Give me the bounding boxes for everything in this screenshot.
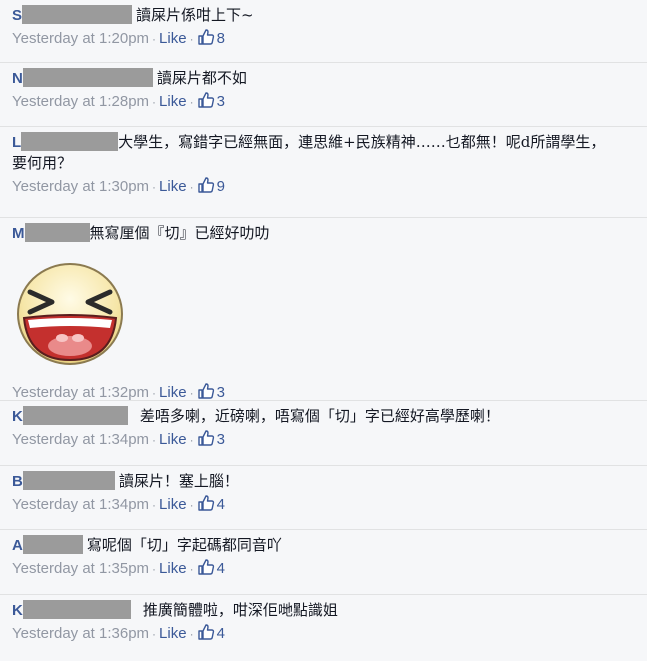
separator: · [189, 32, 194, 46]
redacted-name [22, 68, 153, 87]
thumbs-up-icon[interactable] [197, 91, 215, 109]
comment-item: N 讀屎片都不如 Yesterday at 1:28pm · Like · 3 [0, 63, 647, 127]
like-link[interactable]: Like [159, 30, 187, 47]
author-name[interactable]: B [12, 473, 23, 490]
comment-timestamp[interactable]: Yesterday at 1:34pm [12, 431, 149, 448]
like-count[interactable]: 4 [217, 625, 225, 642]
comment-timestamp[interactable]: Yesterday at 1:28pm [12, 93, 149, 110]
like-count[interactable]: 9 [217, 178, 225, 195]
like-count[interactable]: 4 [217, 560, 225, 577]
comment-meta: Yesterday at 1:34pm · Like · 3 [12, 429, 639, 450]
laughing-face-sticker[interactable] [14, 256, 126, 368]
separator: · [152, 95, 157, 109]
comment-text: 寫呢個「切」字起碼都同音吖 [86, 536, 282, 554]
like-link[interactable]: Like [159, 178, 187, 195]
separator: · [189, 498, 194, 512]
separator: · [152, 180, 157, 194]
comment-meta: Yesterday at 1:34pm · Like · 4 [12, 494, 639, 515]
comment-body: K 推廣簡體啦，咁深佢哋點識姐 [12, 600, 639, 621]
comment-text: 無寫厘個『切』已經好叻叻 [89, 224, 270, 242]
separator: · [189, 180, 194, 194]
comment-body: A 寫呢個「切」字起碼都同音吖 [12, 535, 639, 556]
separator: · [152, 562, 157, 576]
like-link[interactable]: Like [159, 625, 187, 642]
separator: · [189, 433, 194, 447]
comment-body: N 讀屎片都不如 [12, 68, 639, 89]
author-name[interactable]: S [12, 7, 22, 24]
comment-item: S 讀屎片係咁上下~ Yesterday at 1:20pm · Like · 8 [0, 0, 647, 63]
like-link[interactable]: Like [159, 496, 187, 513]
like-link[interactable]: Like [159, 93, 187, 110]
comment-item: M 無寫厘個『切』已經好叻叻 Yesterday at 1:32pm · Like · 3 [0, 218, 647, 401]
comment-item: L 大學生，寫錯字已經無面，連思維+民族精神……乜都無！呢d所謂學生，要何用？ Y… [0, 127, 647, 218]
author-name[interactable]: K [12, 408, 23, 425]
redacted-name [22, 406, 128, 425]
author-name[interactable]: K [12, 602, 23, 619]
redacted-name [22, 535, 83, 554]
separator: · [189, 386, 194, 400]
comment-body: M 無寫厘個『切』已經好叻叻 [12, 223, 639, 244]
comment-body: L 大學生，寫錯字已經無面，連思維+民族精神……乜都無！呢d所謂學生，要何用？ [12, 132, 639, 174]
thumbs-up-icon[interactable] [197, 382, 215, 400]
comment-list: S 讀屎片係咁上下~ Yesterday at 1:20pm · Like · 8 N 讀屎… [0, 0, 647, 661]
redacted-name [21, 132, 119, 151]
thumbs-up-icon[interactable] [197, 623, 215, 641]
redacted-name [24, 223, 90, 242]
like-count[interactable]: 3 [217, 431, 225, 448]
comment-timestamp[interactable]: Yesterday at 1:35pm [12, 560, 149, 577]
separator: · [152, 627, 157, 641]
separator: · [189, 562, 194, 576]
redacted-name [22, 600, 131, 619]
author-name[interactable]: M [12, 225, 25, 242]
comment-timestamp[interactable]: Yesterday at 1:20pm [12, 30, 149, 47]
thumbs-up-icon[interactable] [197, 429, 215, 447]
like-link[interactable]: Like [159, 431, 187, 448]
like-link[interactable]: Like [159, 384, 187, 401]
author-name[interactable]: A [12, 537, 23, 554]
comment-item: K 差唔多喇，近磅喇，唔寫個「切」字已經好高學歷喇！ Yesterday at 1… [0, 401, 647, 466]
thumbs-up-icon[interactable] [197, 558, 215, 576]
comment-timestamp[interactable]: Yesterday at 1:34pm [12, 496, 149, 513]
comment-timestamp[interactable]: Yesterday at 1:36pm [12, 625, 149, 642]
comment-text: 差唔多喇，近磅喇，唔寫個「切」字已經好高學歷喇！ [139, 407, 500, 425]
comment-meta: Yesterday at 1:30pm · Like · 9 [12, 176, 639, 197]
comment-meta: Yesterday at 1:28pm · Like · 3 [12, 91, 639, 112]
comment-body: K 差唔多喇，近磅喇，唔寫個「切」字已經好高學歷喇！ [12, 406, 639, 427]
comment-item: A 寫呢個「切」字起碼都同音吖 Yesterday at 1:35pm · Like ·… [0, 530, 647, 595]
separator: · [152, 32, 157, 46]
comment-item: B 讀屎片！塞上腦！ Yesterday at 1:34pm · Like · 4 [0, 466, 647, 530]
author-name[interactable]: L [12, 134, 21, 151]
comment-timestamp[interactable]: Yesterday at 1:30pm [12, 178, 149, 195]
separator: · [152, 433, 157, 447]
thumbs-up-icon[interactable] [197, 176, 215, 194]
redacted-name [22, 471, 115, 490]
comment-item: K 推廣簡體啦，咁深佢哋點識姐 Yesterday at 1:36pm · Like ·… [0, 595, 647, 661]
comment-body: B 讀屎片！塞上腦！ [12, 471, 639, 492]
comment-text: 讀屎片係咁上下~ [136, 6, 254, 24]
thumbs-up-icon[interactable] [197, 28, 215, 46]
like-count[interactable]: 3 [217, 93, 225, 110]
comment-body: S 讀屎片係咁上下~ [12, 5, 639, 26]
comment-text: 讀屎片都不如 [156, 69, 247, 87]
comment-meta: Yesterday at 1:20pm · Like · 8 [12, 28, 639, 49]
comment-meta: Yesterday at 1:32pm · Like · 3 [12, 382, 639, 403]
thumbs-up-icon[interactable] [197, 494, 215, 512]
like-count[interactable]: 3 [217, 384, 225, 401]
redacted-name [22, 5, 133, 24]
like-link[interactable]: Like [159, 560, 187, 577]
comment-timestamp[interactable]: Yesterday at 1:32pm [12, 384, 149, 401]
separator: · [152, 498, 157, 512]
separator: · [189, 95, 194, 109]
comment-text: 推廣簡體啦，咁深佢哋點識姐 [142, 601, 338, 619]
like-count[interactable]: 4 [217, 496, 225, 513]
separator: · [189, 627, 194, 641]
comment-meta: Yesterday at 1:36pm · Like · 4 [12, 623, 639, 644]
author-name[interactable]: N [12, 70, 23, 87]
comment-text: 讀屎片！塞上腦！ [118, 472, 239, 490]
comment-meta: Yesterday at 1:35pm · Like · 4 [12, 558, 639, 579]
like-count[interactable]: 8 [217, 30, 225, 47]
separator: · [152, 386, 157, 400]
